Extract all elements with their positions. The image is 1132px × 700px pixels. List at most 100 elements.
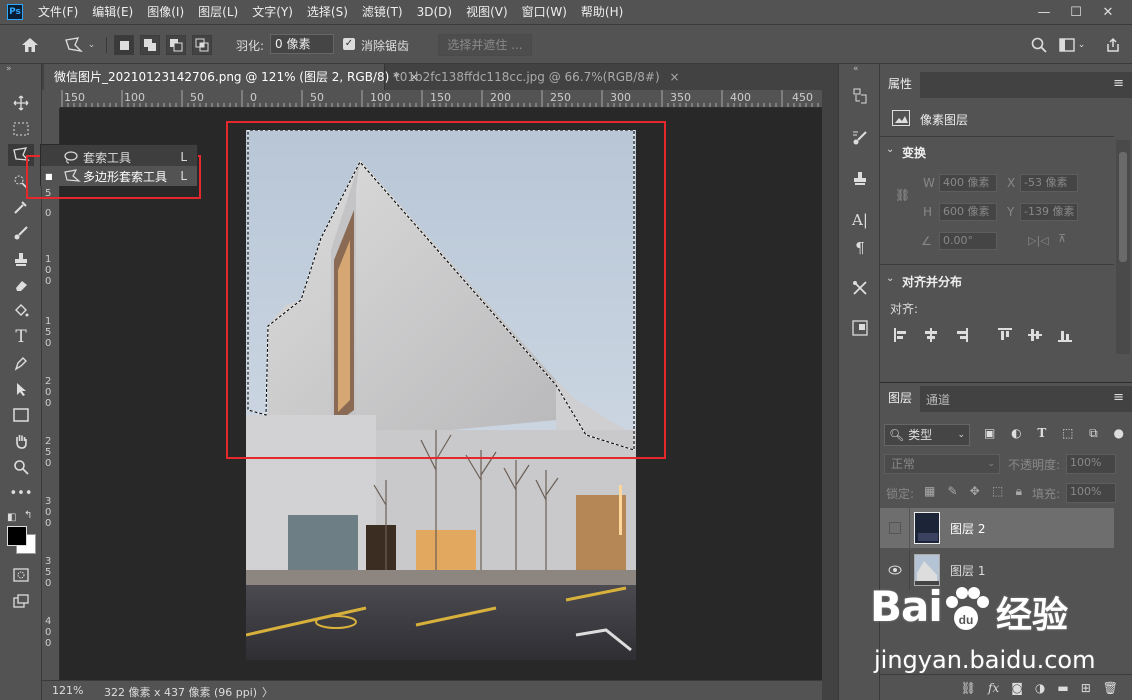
menu-file[interactable]: 文件(F) — [31, 0, 85, 24]
y-field[interactable]: -139 像素 — [1020, 203, 1078, 221]
subtract-selection-button[interactable] — [166, 35, 186, 55]
chevron-down-icon[interactable]: ⌄ — [886, 273, 894, 284]
menu-layer[interactable]: 图层(L) — [191, 0, 245, 24]
flip-horizontal-icon[interactable]: ▷|◁ — [1028, 234, 1049, 247]
type-tool-icon[interactable]: T — [8, 326, 34, 348]
screen-mode-icon[interactable] — [8, 590, 34, 612]
menu-filter[interactable]: 滤镜(T) — [355, 0, 410, 24]
paragraph-panel-icon[interactable]: ¶ — [847, 236, 873, 260]
rectangle-tool-icon[interactable] — [8, 404, 34, 426]
quick-mask-icon[interactable] — [8, 564, 34, 586]
minimize-button[interactable]: — — [1028, 2, 1060, 22]
lock-artboard-icon[interactable]: ⬚ — [992, 484, 1003, 500]
status-menu-arrow[interactable]: 〉 — [262, 684, 273, 700]
tab-document-2[interactable]: t01b2fc138ffdc118cc.jpg @ 66.7%(RGB/8#) … — [384, 64, 690, 90]
close-button[interactable]: ✕ — [1092, 2, 1124, 22]
tab-channels[interactable]: 通道 — [926, 391, 950, 408]
x-field[interactable]: -53 像素 — [1020, 174, 1078, 192]
brush-settings-icon[interactable] — [847, 126, 873, 150]
clone-source-icon[interactable] — [847, 166, 873, 190]
link-icon[interactable]: ⛓ — [895, 188, 910, 202]
foreground-color-swatch[interactable] — [7, 526, 27, 546]
tab-layers[interactable]: 图层 — [880, 386, 920, 412]
new-selection-button[interactable] — [114, 35, 134, 55]
lock-label: 锁定: — [886, 487, 915, 501]
opacity-field[interactable]: 100% — [1066, 454, 1116, 474]
path-selection-tool-icon[interactable] — [8, 378, 34, 400]
shape-filter-icon[interactable]: ⬚ — [1062, 426, 1073, 444]
adjustment-filter-icon[interactable]: ◐ — [1011, 426, 1021, 444]
more-tools-icon[interactable]: ••• — [8, 482, 34, 504]
tools-panel-icon[interactable] — [847, 276, 873, 300]
flyout-item-lasso[interactable]: 套索工具 L — [41, 147, 197, 167]
smart-object-filter-icon[interactable]: ⧉ — [1089, 426, 1098, 444]
transform-section-title[interactable]: 变换 — [902, 144, 926, 161]
lock-position-icon[interactable]: ✥ — [970, 484, 980, 500]
zoom-level[interactable]: 121% — [52, 684, 83, 697]
visibility-toggle[interactable] — [880, 508, 910, 548]
share-icon[interactable] — [1102, 35, 1124, 55]
move-tool-icon[interactable] — [8, 92, 34, 114]
hand-tool-icon[interactable] — [8, 430, 34, 452]
flyout-item-label: 多边形套索工具 — [83, 169, 168, 184]
feather-input[interactable]: 0 像素 — [270, 34, 334, 54]
height-field[interactable]: 600 像素 — [939, 203, 997, 221]
menu-select[interactable]: 选择(S) — [300, 0, 355, 24]
layer-type-label: 像素图层 — [920, 113, 969, 127]
zoom-tool-icon[interactable] — [8, 456, 34, 478]
antialias-checkbox[interactable]: ✓ — [343, 38, 355, 50]
intersect-selection-button[interactable] — [192, 35, 212, 55]
layer-filter-dropdown[interactable]: 🔍︎ 类型 ⌄ — [884, 424, 970, 446]
workspace-icon[interactable]: ⌄ — [1056, 35, 1088, 55]
restore-button[interactable]: ☐ — [1060, 2, 1092, 22]
angle-field[interactable]: 0.00° — [939, 232, 997, 250]
menu-3d[interactable]: 3D(D) — [410, 0, 459, 24]
chevron-down-icon[interactable]: ⌄ — [886, 144, 894, 155]
align-section-title[interactable]: 对齐并分布 — [902, 273, 962, 290]
menu-view[interactable]: 视图(V) — [459, 0, 515, 24]
select-and-mask-button[interactable]: 选择并遮住 ... — [438, 34, 532, 56]
properties-scrollbar[interactable] — [1116, 140, 1130, 354]
menu-type[interactable]: 文字(Y) — [245, 0, 300, 24]
panel-menu-icon[interactable]: ≡ — [1113, 390, 1124, 405]
eyedropper-tool-icon[interactable] — [8, 196, 34, 218]
blend-mode-dropdown[interactable]: 正常 ⌄ — [884, 454, 1000, 474]
swap-colors-icon[interactable]: ↰ — [24, 510, 32, 521]
layer-row[interactable]: 图层 2 — [880, 508, 1114, 548]
tab-close-icon[interactable]: × — [669, 70, 679, 84]
tab-document-1[interactable]: 微信图片_20210123142706.png @ 121% (图层 2, RG… — [44, 64, 419, 90]
vertical-scrollbar[interactable] — [822, 90, 838, 700]
tool-preset-picker[interactable]: ⌄ — [58, 33, 100, 57]
menu-help[interactable]: 帮助(H) — [574, 0, 630, 24]
history-panel-icon[interactable] — [847, 84, 873, 108]
home-icon[interactable] — [18, 34, 42, 56]
lock-all-icon[interactable]: 🔒︎ — [1016, 484, 1022, 500]
navigator-panel-icon[interactable] — [847, 316, 873, 340]
paint-bucket-tool-icon[interactable] — [8, 300, 34, 322]
stamp-tool-icon[interactable] — [8, 248, 34, 270]
eraser-tool-icon[interactable] — [8, 274, 34, 296]
flip-vertical-icon[interactable]: ⊼ — [1058, 232, 1066, 245]
width-field[interactable]: 400 像素 — [939, 174, 997, 192]
collapse-icon[interactable]: « — [853, 64, 859, 74]
filter-toggle-icon[interactable]: ● — [1114, 426, 1124, 444]
add-selection-button[interactable] — [140, 35, 160, 55]
menu-window[interactable]: 窗口(W) — [515, 0, 574, 24]
marquee-tool-icon[interactable] — [8, 118, 34, 140]
flyout-item-polygonal-lasso[interactable]: ■ 多边形套索工具 L — [41, 166, 197, 186]
menu-edit[interactable]: 编辑(E) — [85, 0, 140, 24]
fill-field[interactable]: 100% — [1066, 483, 1116, 503]
type-filter-icon[interactable]: T — [1037, 426, 1046, 444]
brush-tool-icon[interactable] — [8, 222, 34, 244]
collapse-icon[interactable]: » — [6, 64, 12, 74]
character-panel-icon[interactable]: A| — [847, 208, 873, 232]
pixel-filter-icon[interactable]: ▣ — [984, 426, 995, 444]
tab-properties[interactable]: 属性 — [880, 72, 920, 98]
default-colors-icon[interactable]: ◧ — [7, 512, 16, 523]
search-icon[interactable] — [1028, 35, 1050, 55]
pen-tool-icon[interactable] — [8, 352, 34, 374]
lock-transparent-icon[interactable]: ▦ — [924, 484, 935, 500]
lock-pixels-icon[interactable]: ✎ — [948, 484, 958, 500]
panel-menu-icon[interactable]: ≡ — [1113, 76, 1124, 91]
menu-image[interactable]: 图像(I) — [140, 0, 191, 24]
